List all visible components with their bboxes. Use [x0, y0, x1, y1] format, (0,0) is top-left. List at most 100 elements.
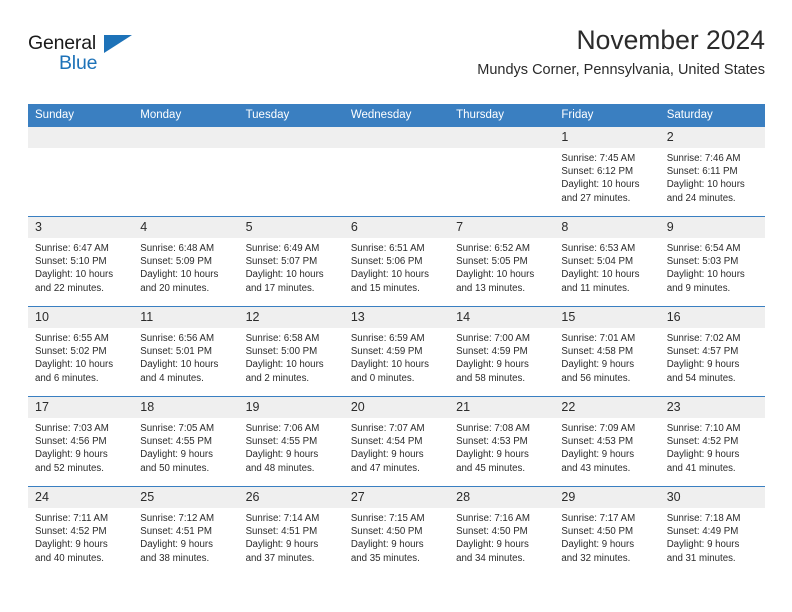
- sunrise-text: Sunrise: 6:54 AM: [666, 243, 741, 254]
- sunrise-text: Sunrise: 6:51 AM: [350, 243, 425, 254]
- calendar-day-cell[interactable]: 28 Sunrise: 7:16 AM Sunset: 4:50 PM Dayligh…: [449, 486, 555, 576]
- sunset-text: Sunset: 4:50 PM: [456, 526, 528, 538]
- calendar-day-cell[interactable]: 3 Sunrise: 6:47 AM Sunset: 5:10 PM Daylight…: [28, 216, 134, 307]
- sunset-text: Sunset: 5:00 PM: [245, 346, 318, 358]
- calendar-day-cell[interactable]: 11 Sunrise: 6:56 AM Sunset: 5:01 PM Dayligh…: [133, 306, 239, 397]
- calendar-day-cell[interactable]: 2 Sunrise: 7:46 AM Sunset: 6:11 PM Daylight…: [659, 126, 765, 217]
- sunrise-text: Sunrise: 6:58 AM: [245, 333, 320, 344]
- sunset-text: Sunset: 4:53 PM: [561, 436, 634, 448]
- day-number: 5: [238, 217, 344, 238]
- daylight-text-line1: Daylight: 10 hours: [35, 269, 114, 281]
- daylight-text-line2: and 35 minutes.: [350, 552, 420, 564]
- daylight-text-line1: Daylight: 10 hours: [456, 269, 535, 281]
- day-number: 4: [133, 217, 239, 238]
- daylight-text-line1: Daylight: 10 hours: [245, 269, 324, 281]
- sunrise-text: Sunrise: 7:09 AM: [561, 423, 636, 434]
- calendar-day-cell[interactable]: 21 Sunrise: 7:08 AM Sunset: 4:53 PM Dayligh…: [449, 396, 555, 487]
- sunrise-text: Sunrise: 7:10 AM: [666, 423, 741, 434]
- daylight-text-line1: Daylight: 9 hours: [35, 449, 108, 461]
- calendar-day-cell[interactable]: 23 Sunrise: 7:10 AM Sunset: 4:52 PM Dayligh…: [659, 396, 765, 487]
- calendar-day-cell[interactable]: 5 Sunrise: 6:49 AM Sunset: 5:07 PM Daylight…: [238, 216, 344, 307]
- sunset-text: Sunset: 4:49 PM: [666, 526, 739, 538]
- calendar-week-row: 1 Sunrise: 7:45 AM Sunset: 6:12 PM Daylight…: [28, 126, 765, 217]
- daylight-text-line2: and 4 minutes.: [140, 372, 204, 384]
- calendar-day-cell[interactable]: 13 Sunrise: 6:59 AM Sunset: 4:59 PM Dayligh…: [343, 306, 450, 397]
- calendar-day-cell[interactable]: 22 Sunrise: 7:09 AM Sunset: 4:53 PM Dayligh…: [554, 396, 660, 487]
- generalblue-logo[interactable]: General Blue: [28, 33, 168, 84]
- calendar-day-cell[interactable]: 12 Sunrise: 6:58 AM Sunset: 5:00 PM Dayligh…: [238, 306, 344, 397]
- sunrise-text: Sunrise: 7:02 AM: [666, 333, 741, 344]
- day-details: Sunrise: 7:16 AM Sunset: 4:50 PM Daylight:…: [449, 508, 554, 565]
- sunset-text: Sunset: 4:51 PM: [140, 526, 212, 538]
- day-number: 24: [28, 487, 134, 508]
- daylight-text-line1: Daylight: 10 hours: [666, 269, 745, 281]
- sunrise-text: Sunrise: 7:03 AM: [35, 423, 109, 434]
- daylight-text-line2: and 2 minutes.: [245, 372, 310, 384]
- daylight-text-line2: and 0 minutes.: [350, 372, 415, 384]
- day-details: Sunrise: 6:48 AM Sunset: 5:09 PM Daylight:…: [133, 238, 238, 295]
- calendar-day-cell[interactable]: 19 Sunrise: 7:06 AM Sunset: 4:55 PM Dayligh…: [238, 396, 344, 487]
- calendar-day-cell[interactable]: 18 Sunrise: 7:05 AM Sunset: 4:55 PM Dayligh…: [133, 396, 239, 487]
- calendar-day-cell[interactable]: 26 Sunrise: 7:14 AM Sunset: 4:51 PM Dayligh…: [238, 486, 344, 576]
- daylight-text-line2: and 50 minutes.: [140, 462, 210, 474]
- calendar-day-cell[interactable]: 6 Sunrise: 6:51 AM Sunset: 5:06 PM Daylight…: [343, 216, 450, 307]
- day-number: 10: [28, 307, 134, 328]
- sunset-text: Sunset: 4:56 PM: [35, 436, 107, 448]
- sunset-text: Sunset: 6:12 PM: [561, 166, 634, 178]
- calendar-day-cell[interactable]: 25 Sunrise: 7:12 AM Sunset: 4:51 PM Dayligh…: [133, 486, 239, 576]
- calendar-day-cell[interactable]: 8 Sunrise: 6:53 AM Sunset: 5:04 PM Daylight…: [554, 216, 660, 307]
- calendar-day-cell[interactable]: 17 Sunrise: 7:03 AM Sunset: 4:56 PM Dayligh…: [28, 396, 134, 487]
- daylight-text-line2: and 48 minutes.: [245, 462, 315, 474]
- calendar-day-cell[interactable]: 10 Sunrise: 6:55 AM Sunset: 5:02 PM Dayligh…: [28, 306, 134, 397]
- daylight-text-line2: and 34 minutes.: [456, 552, 526, 564]
- daylight-text-line2: and 45 minutes.: [456, 462, 526, 474]
- calendar-day-cell[interactable]: 4 Sunrise: 6:48 AM Sunset: 5:09 PM Daylight…: [133, 216, 239, 307]
- daylight-text-line1: Daylight: 9 hours: [561, 539, 635, 551]
- daylight-text-line2: and 27 minutes.: [561, 192, 631, 204]
- daylight-text-line2: and 43 minutes.: [561, 462, 631, 474]
- day-number: 13: [343, 307, 450, 328]
- day-details: Sunrise: 7:00 AM Sunset: 4:59 PM Daylight:…: [449, 328, 554, 385]
- calendar-day-cell[interactable]: 7 Sunrise: 6:52 AM Sunset: 5:05 PM Daylight…: [449, 216, 555, 307]
- daylight-text-line1: Daylight: 9 hours: [245, 539, 319, 551]
- day-number: 27: [343, 487, 450, 508]
- calendar-day-cell[interactable]: 1 Sunrise: 7:45 AM Sunset: 6:12 PM Daylight…: [554, 126, 660, 217]
- day-number: 6: [343, 217, 450, 238]
- calendar-day-cell[interactable]: 24 Sunrise: 7:11 AM Sunset: 4:52 PM Dayligh…: [28, 486, 134, 576]
- day-details: Sunrise: 6:52 AM Sunset: 5:05 PM Daylight:…: [449, 238, 554, 295]
- sunrise-text: Sunrise: 6:55 AM: [35, 333, 109, 344]
- day-number: [133, 127, 239, 148]
- sunset-text: Sunset: 6:11 PM: [666, 166, 738, 178]
- weekday-header-tuesday: Tuesday: [238, 104, 344, 127]
- sunset-text: Sunset: 5:02 PM: [35, 346, 107, 358]
- day-details: Sunrise: 7:02 AM Sunset: 4:57 PM Daylight:…: [660, 328, 765, 385]
- daylight-text-line1: Daylight: 9 hours: [350, 449, 424, 461]
- sunrise-text: Sunrise: 7:08 AM: [456, 423, 530, 434]
- daylight-text-line1: Daylight: 10 hours: [35, 359, 114, 371]
- daylight-text-line1: Daylight: 9 hours: [350, 539, 424, 551]
- daylight-text-line1: Daylight: 10 hours: [666, 179, 745, 191]
- day-details: Sunrise: 6:56 AM Sunset: 5:01 PM Daylight:…: [133, 328, 238, 385]
- calendar-empty-cell: [28, 126, 134, 217]
- calendar-day-cell[interactable]: 16 Sunrise: 7:02 AM Sunset: 4:57 PM Dayligh…: [659, 306, 765, 397]
- weekday-header-thursday: Thursday: [449, 104, 555, 127]
- sunset-text: Sunset: 5:03 PM: [666, 256, 739, 268]
- sunrise-text: Sunrise: 6:52 AM: [456, 243, 530, 254]
- daylight-text-line2: and 54 minutes.: [666, 372, 736, 384]
- daylight-text-line2: and 6 minutes.: [35, 372, 99, 384]
- day-details: Sunrise: 7:08 AM Sunset: 4:53 PM Daylight:…: [449, 418, 554, 475]
- calendar-day-cell[interactable]: 27 Sunrise: 7:15 AM Sunset: 4:50 PM Dayligh…: [343, 486, 450, 576]
- calendar-day-cell[interactable]: 14 Sunrise: 7:00 AM Sunset: 4:59 PM Dayligh…: [449, 306, 555, 397]
- day-number: 20: [343, 397, 450, 418]
- calendar-day-cell[interactable]: 29 Sunrise: 7:17 AM Sunset: 4:50 PM Dayligh…: [554, 486, 660, 576]
- daylight-text-line2: and 31 minutes.: [666, 552, 736, 564]
- day-number: 7: [449, 217, 555, 238]
- sunset-text: Sunset: 5:05 PM: [456, 256, 528, 268]
- calendar-day-cell[interactable]: 20 Sunrise: 7:07 AM Sunset: 4:54 PM Dayligh…: [343, 396, 450, 487]
- calendar-day-cell[interactable]: 15 Sunrise: 7:01 AM Sunset: 4:58 PM Dayligh…: [554, 306, 660, 397]
- sunrise-sunset-calendar: Sunday Monday Tuesday Wednesday Thursday…: [28, 104, 765, 576]
- calendar-day-cell[interactable]: 30 Sunrise: 7:18 AM Sunset: 4:49 PM Dayligh…: [659, 486, 765, 576]
- day-details: Sunrise: 7:03 AM Sunset: 4:56 PM Daylight:…: [28, 418, 133, 475]
- calendar-day-cell[interactable]: 9 Sunrise: 6:54 AM Sunset: 5:03 PM Daylight…: [659, 216, 765, 307]
- sunset-text: Sunset: 5:07 PM: [245, 256, 318, 268]
